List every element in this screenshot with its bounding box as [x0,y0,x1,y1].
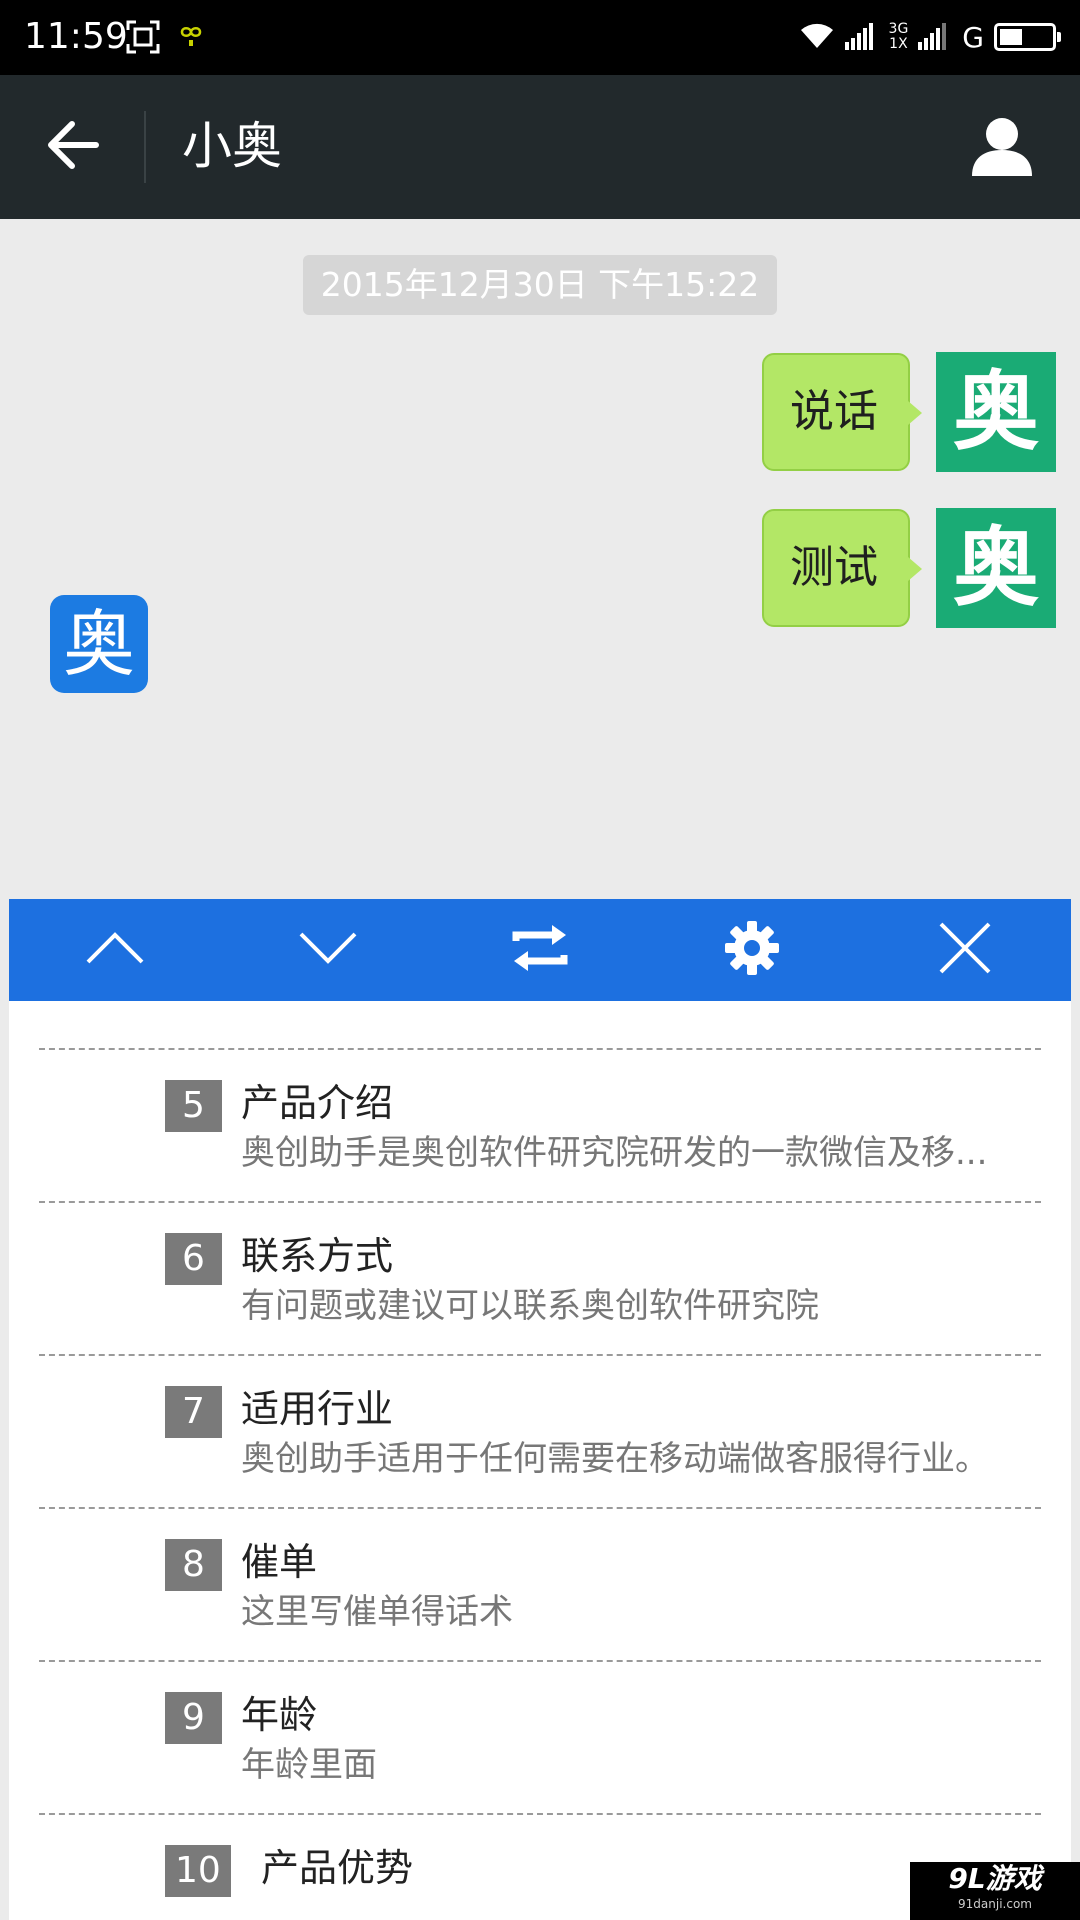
network-type-top: 3G [888,21,909,37]
item-number: 7 [165,1386,222,1438]
carrier-letter: G [962,20,984,54]
arrow-left-icon [46,120,100,174]
status-icons: 3G 1X G [799,14,1061,60]
list-item[interactable]: 7 适用行业 奥创助手适用于任何需要在移动端做客服得行业。 [39,1354,1041,1507]
close-icon [938,921,992,979]
swap-icon [512,923,568,977]
status-time: 11:59 [24,16,128,57]
list-item[interactable]: 6 联系方式 有问题或建议可以联系奥创软件研究院 [39,1201,1041,1354]
list-item[interactable]: 8 催单 这里写催单得话术 [39,1507,1041,1660]
profile-button[interactable] [964,111,1040,183]
item-number: 8 [165,1539,222,1591]
list-item[interactable]: 9 年龄 年龄里面 [39,1660,1041,1813]
status-bar: 11:59 3G 1X G [0,0,1080,75]
battery-icon [994,23,1061,51]
network-type: 3G 1X [889,22,909,52]
item-title: 催单 [241,1540,318,1584]
quick-reply-panel: 5 产品介绍 奥创助手是奥创软件研究院研发的一款微信及移... 6 联系方式 有… [9,899,1071,1920]
floating-assistant-button[interactable]: 奥 [50,595,148,693]
person-icon [970,114,1034,180]
item-description: 有问题或建议可以联系奥创软件研究院 [241,1286,819,1326]
panel-toolbar [9,899,1071,1001]
settings-button[interactable] [646,899,858,1001]
watermark-logo: 9L游戏 [948,1862,1042,1895]
quick-reply-list: 5 产品介绍 奥创助手是奥创软件研究院研发的一款微信及移... 6 联系方式 有… [39,1048,1041,1920]
watermark-url: 91danji.com [958,1897,1032,1911]
item-description: 年龄里面 [241,1745,377,1785]
item-title: 年龄 [241,1693,318,1737]
infinity-icon [178,24,204,52]
site-watermark: 9L游戏 91danji.com [910,1862,1080,1920]
signal-icon [844,20,879,54]
item-description: 奥创助手是奥创软件研究院研发的一款微信及移... [241,1133,988,1173]
gear-icon [724,920,780,980]
wifi-icon [799,20,835,54]
chat-title: 小奥 [182,117,282,175]
message-bubble[interactable]: 测试 [762,509,922,627]
item-number: 10 [165,1845,231,1897]
chevron-down-icon [298,931,358,969]
item-number: 9 [165,1692,222,1744]
chat-area[interactable]: 2015年12月30日 下午15:22 说话 奥 测试 奥 奥 [0,219,1080,884]
item-description: 奥创助手适用于任何需要在移动端做客服得行业。 [241,1439,989,1479]
scroll-up-button[interactable] [9,899,221,1001]
scroll-down-button[interactable] [221,899,433,1001]
battery-level [1000,29,1023,45]
item-title: 产品介绍 [241,1081,394,1125]
item-description: 这里写催单得话术 [241,1592,513,1632]
item-title: 联系方式 [241,1234,394,1278]
list-item[interactable]: 10 产品优势 [39,1813,1041,1920]
message-bubble[interactable]: 说话 [762,353,922,471]
list-item[interactable]: 5 产品介绍 奥创助手是奥创软件研究院研发的一款微信及移... [39,1048,1041,1201]
signal-icon-2 [918,20,952,54]
avatar[interactable]: 奥 [936,352,1056,472]
message-row: 说话 奥 [762,352,1056,472]
switch-button[interactable] [434,899,646,1001]
message-row: 测试 奥 [762,508,1056,628]
close-panel-button[interactable] [859,899,1071,1001]
back-button[interactable] [30,109,116,185]
chevron-up-icon [85,931,145,969]
item-number: 6 [165,1233,222,1285]
item-title: 适用行业 [241,1387,394,1431]
item-title: 产品优势 [261,1846,414,1890]
app-bar-divider [144,111,146,183]
item-number: 5 [165,1080,222,1132]
screenshot-icon [126,20,160,58]
network-type-bottom: 1X [889,36,908,52]
app-bar: 小奥 [0,75,1080,219]
message-timestamp: 2015年12月30日 下午15:22 [303,255,777,315]
avatar[interactable]: 奥 [936,508,1056,628]
